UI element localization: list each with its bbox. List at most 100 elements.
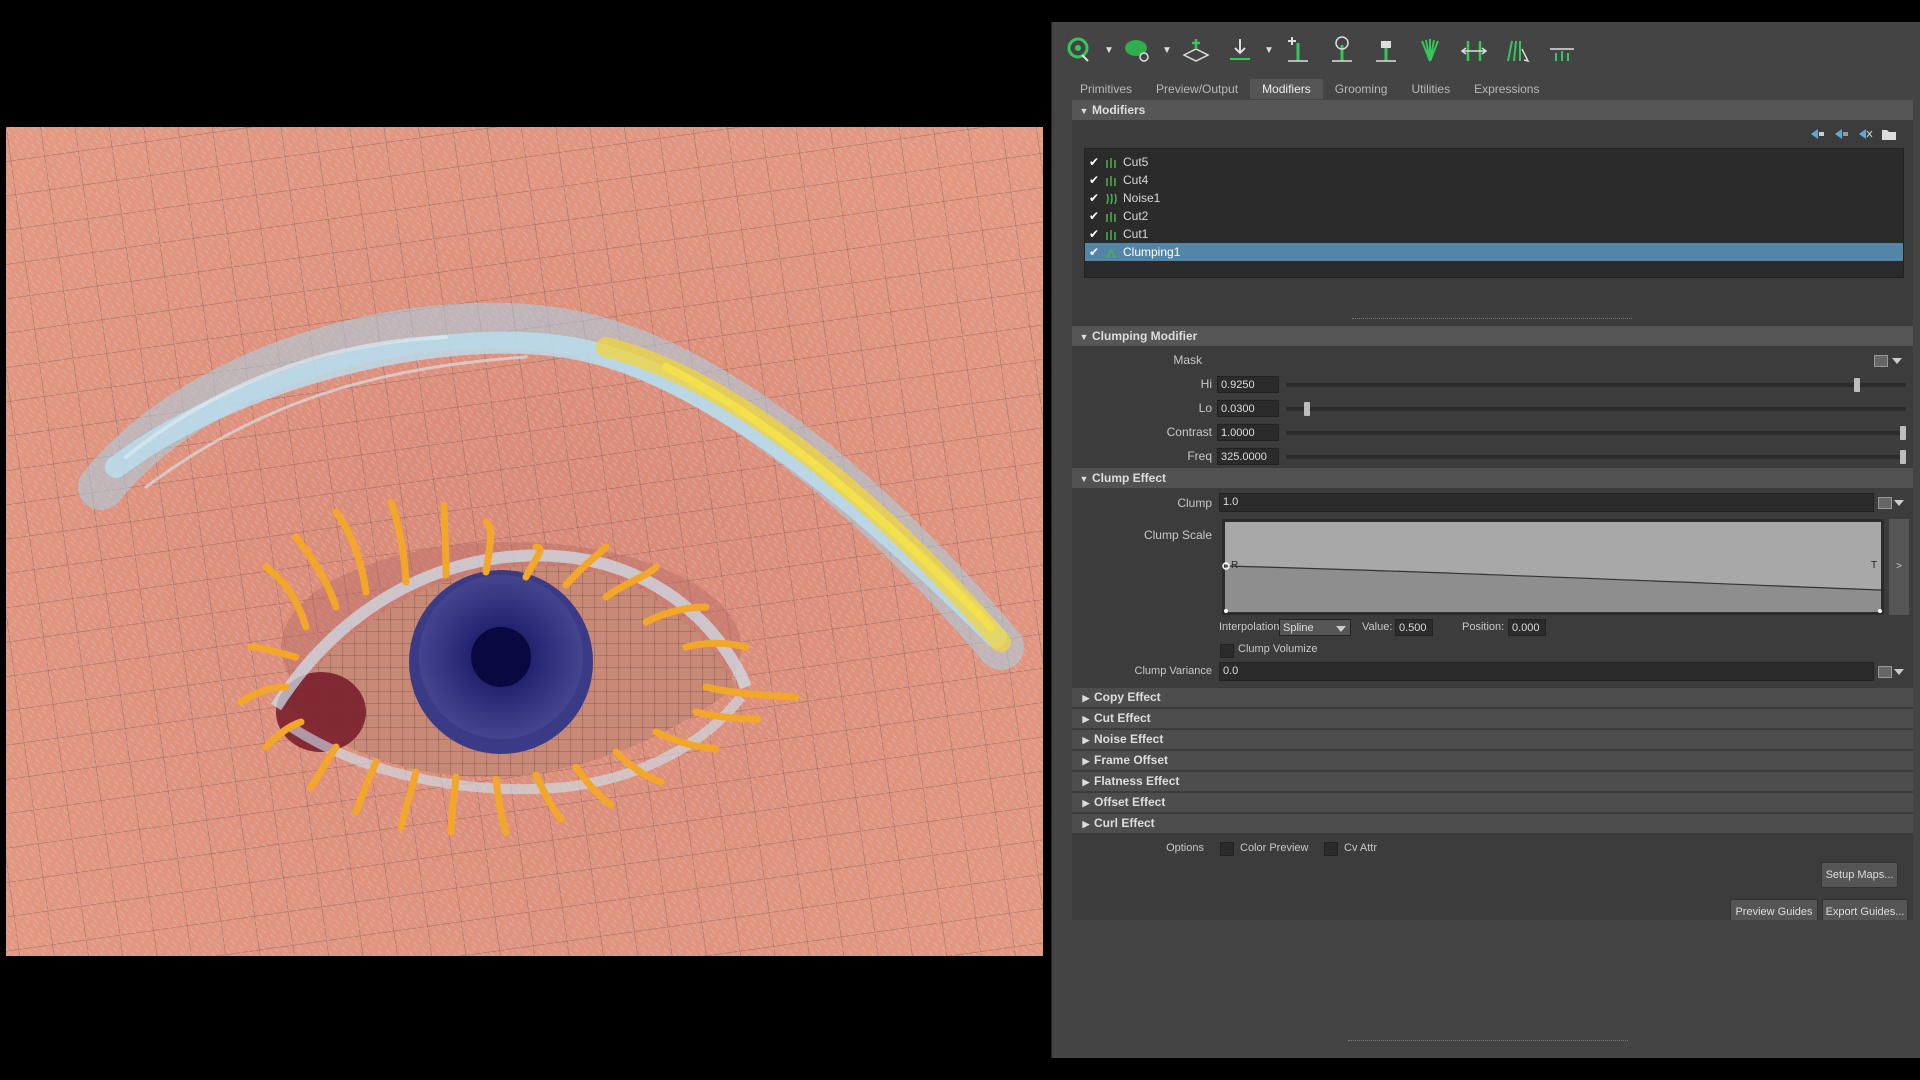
- eye-render-image: [6, 127, 1043, 956]
- contrast-field[interactable]: 1.0000: [1217, 424, 1279, 441]
- lasso-guide-icon[interactable]: [1322, 32, 1362, 68]
- modifiers-header-label: Modifiers: [1092, 103, 1146, 117]
- hi-slider-handle[interactable]: [1853, 378, 1860, 392]
- ramp-curve: [1222, 522, 1882, 613]
- list-item[interactable]: ✔ Cut1: [1085, 225, 1903, 243]
- checkmark-icon[interactable]: ✔: [1089, 243, 1103, 261]
- clump-volumize-checkbox[interactable]: [1220, 644, 1234, 658]
- splitter-handle[interactable]: [1352, 318, 1632, 319]
- tab-utilities[interactable]: Utilities: [1399, 79, 1462, 99]
- move-down-icon[interactable]: [1833, 127, 1849, 141]
- dropdown-arrow-icon[interactable]: [1892, 358, 1902, 364]
- delete-modifier-icon[interactable]: [1857, 127, 1873, 141]
- dropdown-arrow-icon[interactable]: ▼: [1264, 45, 1274, 56]
- value-label: Value:: [1362, 621, 1393, 633]
- list-item-selected[interactable]: ✔ Clumping1: [1085, 243, 1903, 261]
- list-item[interactable]: ✔ Cut4: [1085, 171, 1903, 189]
- clump-scale-ramp[interactable]: R T: [1222, 519, 1884, 615]
- lo-slider-handle[interactable]: [1304, 402, 1311, 416]
- offset-effect-header[interactable]: ▶ Offset Effect: [1072, 792, 1913, 812]
- ramp-point[interactable]: [1878, 609, 1882, 613]
- dropdown-arrow-icon[interactable]: ▼: [1104, 45, 1114, 56]
- freq-field[interactable]: 325.0000: [1217, 448, 1279, 465]
- expand-triangle-icon: ▶: [1082, 693, 1090, 703]
- tab-expressions[interactable]: Expressions: [1462, 79, 1551, 99]
- clump-effect-header-label: Clump Effect: [1092, 471, 1167, 485]
- tab-modifiers[interactable]: Modifiers: [1250, 79, 1323, 99]
- expand-triangle-icon: ▶: [1082, 798, 1090, 808]
- checkmark-icon[interactable]: ✔: [1089, 207, 1103, 225]
- dropdown-arrow-icon[interactable]: [1894, 500, 1904, 506]
- splitter-handle[interactable]: [1348, 1040, 1628, 1041]
- value-field[interactable]: 0.500: [1395, 619, 1433, 636]
- tab-primitives[interactable]: Primitives: [1068, 79, 1144, 99]
- dropdown-arrow-icon[interactable]: [1894, 669, 1904, 675]
- curl-effect-header[interactable]: ▶ Curl Effect: [1072, 813, 1913, 833]
- dropdown-arrow-icon[interactable]: [1336, 626, 1346, 632]
- lock-guide-icon[interactable]: [1366, 32, 1406, 68]
- modifier-list: ✔ Cut5 ✔ Cut4 ✔ Noise1 ✔ Cut2 ✔ Cut1 ✔ Clumpin…: [1084, 148, 1904, 278]
- clump-expression-field[interactable]: 1.0: [1219, 493, 1874, 512]
- list-item[interactable]: ✔ Cut2: [1085, 207, 1903, 225]
- contrast-slider-handle[interactable]: [1900, 426, 1906, 440]
- cut-effect-header[interactable]: ▶ Cut Effect: [1072, 708, 1913, 728]
- modifiers-section-header[interactable]: ▼ Modifiers: [1072, 100, 1913, 120]
- clump-variance-field[interactable]: 0.0: [1219, 662, 1874, 681]
- tab-preview-output[interactable]: Preview/Output: [1144, 79, 1250, 99]
- add-guide-icon[interactable]: [1278, 32, 1318, 68]
- contrast-label: Contrast: [1166, 425, 1212, 439]
- checkmark-icon[interactable]: ✔: [1089, 171, 1103, 189]
- clumping-modifier-header[interactable]: ▼ Clumping Modifier: [1072, 326, 1913, 346]
- clump-label: Clump: [1177, 496, 1212, 510]
- hi-field[interactable]: 0.9250: [1217, 376, 1279, 393]
- comb-down-icon[interactable]: [1220, 32, 1260, 68]
- list-item-label: Noise1: [1123, 191, 1161, 205]
- expand-triangle-icon: ▶: [1082, 819, 1090, 829]
- contrast-slider[interactable]: [1286, 431, 1906, 435]
- list-item-label: Clumping1: [1123, 245, 1181, 259]
- flatness-effect-header[interactable]: ▶ Flatness Effect: [1072, 771, 1913, 791]
- collapse-triangle-icon: ▼: [1079, 106, 1089, 116]
- hair-spread-icon[interactable]: [1410, 32, 1450, 68]
- cut-modifier-icon: [1106, 176, 1116, 186]
- checkmark-icon[interactable]: ✔: [1089, 189, 1103, 207]
- section-label: Copy Effect: [1094, 690, 1161, 704]
- map-icon[interactable]: [1878, 497, 1892, 509]
- checkmark-icon[interactable]: ✔: [1089, 225, 1103, 243]
- tab-grooming[interactable]: Grooming: [1323, 79, 1400, 99]
- cut-hair-icon[interactable]: [1542, 32, 1582, 68]
- checkmark-icon[interactable]: ✔: [1089, 153, 1103, 171]
- empty-panel-area: [1072, 920, 1913, 1058]
- ramp-expand-button[interactable]: >: [1889, 519, 1909, 615]
- color-preview-checkbox[interactable]: [1220, 842, 1234, 856]
- sphere-remove-icon[interactable]: [1118, 32, 1158, 68]
- frame-offset-header[interactable]: ▶ Frame Offset: [1072, 750, 1913, 770]
- freq-slider-handle[interactable]: [1900, 450, 1906, 464]
- clumping-modifier-icon: [1106, 248, 1116, 258]
- hi-slider[interactable]: [1286, 383, 1906, 387]
- folder-icon[interactable]: [1881, 127, 1897, 141]
- map-icon[interactable]: [1878, 666, 1892, 678]
- move-up-icon[interactable]: [1809, 127, 1825, 141]
- position-field[interactable]: 0.000: [1508, 619, 1546, 636]
- list-item[interactable]: ✔ Cut5: [1085, 153, 1903, 171]
- grid-plant-icon[interactable]: [1176, 32, 1216, 68]
- copy-effect-header[interactable]: ▶ Copy Effect: [1072, 687, 1913, 707]
- map-icon[interactable]: [1874, 355, 1888, 367]
- render-viewport[interactable]: [6, 127, 1043, 956]
- modifiers-content: ▼ Modifiers ✔ Cut5 ✔ Cut4 ✔ Noise1 ✔ Cut2 ✔ Cu…: [1072, 100, 1913, 920]
- noise-effect-header[interactable]: ▶ Noise Effect: [1072, 729, 1913, 749]
- dropdown-arrow-icon[interactable]: ▼: [1162, 45, 1172, 56]
- lo-label: Lo: [1198, 401, 1212, 415]
- cv-attr-checkbox[interactable]: [1324, 842, 1338, 856]
- setup-maps-button[interactable]: Setup Maps...: [1821, 862, 1898, 888]
- clump-effect-header[interactable]: ▼ Clump Effect: [1072, 468, 1913, 488]
- ramp-point[interactable]: [1224, 609, 1228, 613]
- lo-slider[interactable]: [1286, 407, 1906, 411]
- sphere-select-icon[interactable]: [1060, 32, 1100, 68]
- lo-field[interactable]: 0.0300: [1217, 400, 1279, 417]
- brush-hair-icon[interactable]: [1498, 32, 1538, 68]
- measure-icon[interactable]: [1454, 32, 1494, 68]
- freq-slider[interactable]: [1286, 455, 1906, 459]
- list-item[interactable]: ✔ Noise1: [1085, 189, 1903, 207]
